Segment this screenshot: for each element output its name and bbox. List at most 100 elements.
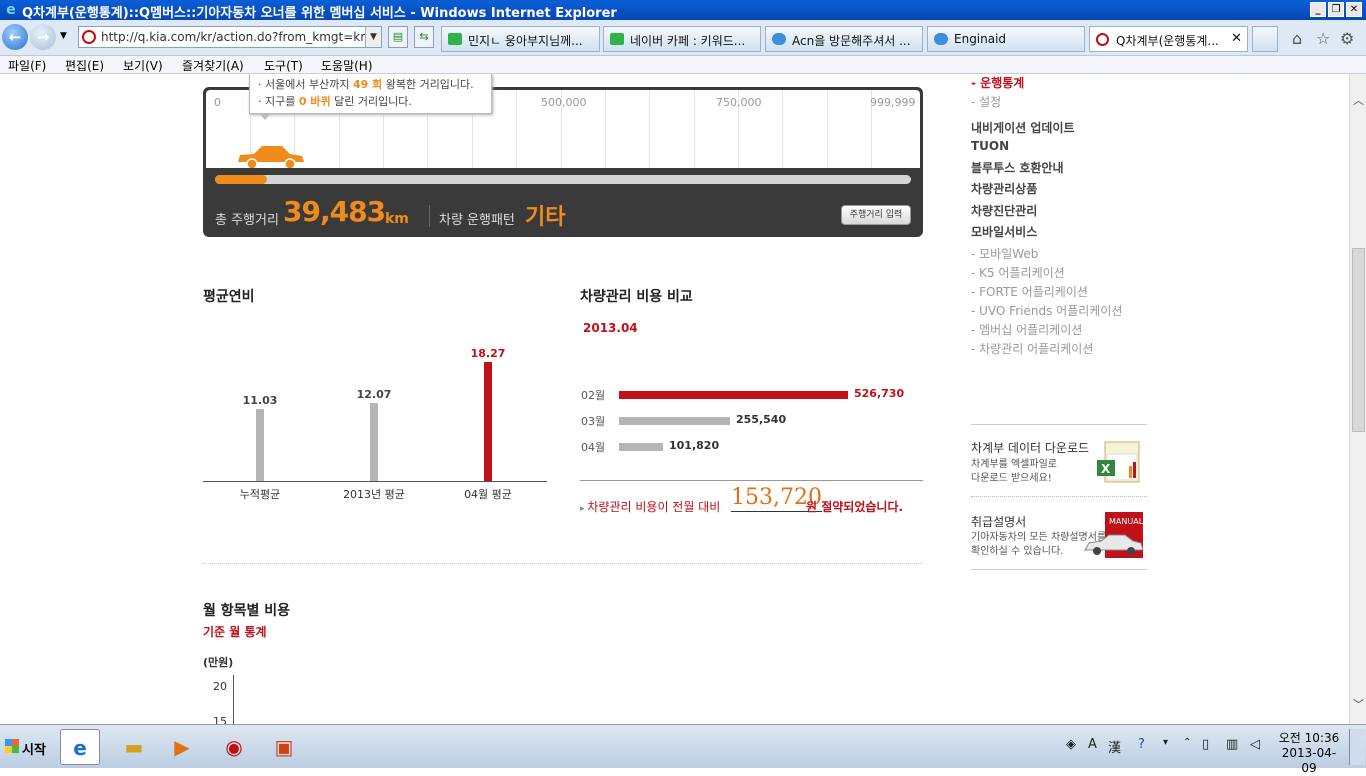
address-dropdown-icon[interactable]: ▼ xyxy=(365,27,381,47)
sidebar-item-membership-app[interactable]: - 멤버십 어플리케이션 xyxy=(971,321,1082,338)
compat-view-icon[interactable]: ▤ xyxy=(388,26,408,48)
ime-hanja-icon[interactable]: 漢 xyxy=(1108,737,1121,756)
fuel-bar-label: 2013년 평균 xyxy=(343,488,405,501)
manual-banner[interactable]: 취급설명서 기아자동차의 모든 차량설명서를 확인하실 수 있습니다. MANU… xyxy=(971,504,1147,568)
maximize-button[interactable]: ❐ xyxy=(1328,2,1344,17)
sidebar-item-uvo-app[interactable]: - UVO Friends 어플리케이션 xyxy=(971,302,1122,319)
scroll-down-icon[interactable]: ﹀ xyxy=(1353,696,1364,712)
favorites-star-icon[interactable]: ☆ xyxy=(1316,29,1330,48)
address-bar[interactable]: http://q.kia.com/kr/action.do?from_kmgt=… xyxy=(78,26,382,48)
sidebar-item-care-products[interactable]: 차량관리상품 xyxy=(971,180,1037,197)
sidebar-item-mobile[interactable]: 모바일서비스 xyxy=(971,223,1037,240)
menu-edit[interactable]: 편집(E) xyxy=(65,57,104,74)
sidebar-item-navigation-update[interactable]: 내비게이션 업데이트 xyxy=(971,119,1075,136)
download-desc-1: 차계부를 엑셀파일로 xyxy=(971,459,1057,470)
sidebar-item-diagnosis[interactable]: 차량진단관리 xyxy=(971,202,1037,219)
sidebar-item-k5-app[interactable]: - K5 어플리케이션 xyxy=(971,264,1065,281)
media-player-icon[interactable]: ▶ xyxy=(162,729,202,765)
gear-icon[interactable]: ⚙ xyxy=(1340,29,1354,48)
mileage-progress-fill xyxy=(215,175,267,184)
cost-bar-label: 03월 xyxy=(581,415,606,428)
show-hidden-icons[interactable]: ⌃ xyxy=(1183,737,1191,748)
ime-options-icon[interactable]: ▾ xyxy=(1163,737,1168,748)
browser-toolbar: ← → ▼ http://q.kia.com/kr/action.do?from… xyxy=(0,20,1366,56)
monthly-unit-label: (만원) xyxy=(203,656,234,669)
download-banner[interactable]: 차계부 데이터 다운로드 차계부를 엑셀파일로 다운로드 받으세요! X xyxy=(971,432,1147,494)
ie-page-icon xyxy=(934,33,948,45)
menu-favorites[interactable]: 즐겨찾기(A) xyxy=(182,57,244,74)
app-window-icon[interactable]: ▣ xyxy=(264,729,304,765)
fuel-bar-label: 04월 평균 xyxy=(464,488,512,501)
total-distance-value: 39,483 xyxy=(283,195,386,228)
windows-taskbar: 시작 e ▬ ▶ ◉ ▣ ◈ A 漢 ? ▾ ⌃ ▯ ▥ ◁ 오전 10:36 … xyxy=(0,724,1366,775)
menu-help[interactable]: 도움말(H) xyxy=(321,57,373,74)
history-dropdown-icon[interactable]: ▼ xyxy=(60,31,67,41)
kia-app-icon[interactable]: ◉ xyxy=(214,729,254,765)
tab-3[interactable]: Acn을 방문해주셔서 ... xyxy=(765,26,923,52)
kia-icon xyxy=(1096,33,1109,46)
scroll-up-icon[interactable]: ︿ xyxy=(1353,92,1364,108)
scrollbar-thumb[interactable] xyxy=(1352,248,1365,432)
minimize-button[interactable]: _ xyxy=(1310,2,1326,17)
sidebar-item-care-app[interactable]: - 차량관리 어플리케이션 xyxy=(971,340,1093,357)
cost-bar-value: 101,820 xyxy=(669,439,720,452)
page-scrollbar[interactable]: ︿ ﹀ xyxy=(1349,74,1366,724)
site-favicon xyxy=(82,30,96,44)
system-clock[interactable]: 오전 10:36 2013-04-09 xyxy=(1276,731,1342,776)
tray-device-icon[interactable]: ▯ xyxy=(1202,737,1209,752)
tab-label: Enginaid xyxy=(954,32,1007,46)
manual-desc-2: 확인하실 수 있습니다. xyxy=(971,546,1064,557)
show-desktop-button[interactable] xyxy=(1349,729,1365,765)
start-button[interactable]: 시작 xyxy=(2,731,52,763)
tab-label: Q차계부(운행통계... xyxy=(1116,34,1219,48)
sidebar-item-forte-app[interactable]: - FORTE 어플리케이션 xyxy=(971,283,1088,300)
section-divider xyxy=(203,563,923,564)
refresh-icon[interactable]: ⇆ xyxy=(414,26,434,48)
tab-1[interactable]: 민지ㄴ 웅아부지님께... xyxy=(441,26,600,52)
total-distance-unit: km xyxy=(385,211,409,227)
sidebar-item-driving-stats[interactable]: - 운행통계 xyxy=(971,74,1024,91)
monthly-y-tick: 20 xyxy=(213,680,227,693)
ime-a-icon[interactable]: A xyxy=(1088,737,1097,752)
driving-pattern-label: 차량 운행패턴 xyxy=(439,213,515,228)
tab-close-icon[interactable]: ✕ xyxy=(1231,31,1242,46)
address-url[interactable]: http://q.kia.com/kr/action.do?from_kmgt=… xyxy=(101,30,365,44)
help-icon[interactable]: ? xyxy=(1138,737,1145,752)
menu-view[interactable]: 보기(V) xyxy=(123,57,163,74)
menu-tools[interactable]: 도구(T) xyxy=(264,57,303,74)
cost-bar-value: 255,540 xyxy=(736,413,787,426)
close-button[interactable]: ✕ xyxy=(1346,2,1362,17)
monthly-cost-subtitle: 기준 월 통계 xyxy=(203,625,267,639)
cost-bar-label: 04월 xyxy=(581,441,606,454)
cost-bar-value: 526,730 xyxy=(854,387,905,400)
menu-file[interactable]: 파일(F) xyxy=(8,57,46,74)
manual-title: 취급설명서 xyxy=(971,515,1027,529)
tab-label: 네이버 카페 : 키워드... xyxy=(630,34,746,48)
savings-message: ▸ 차량관리 비용이 전월 대비 153,720 원 절약되었습니다. xyxy=(580,485,904,514)
forward-button[interactable]: → xyxy=(30,24,56,50)
sidebar-item-bluetooth[interactable]: 블루투스 호환안내 xyxy=(971,159,1064,176)
fuel-bar xyxy=(256,409,264,481)
start-label: 시작 xyxy=(22,743,46,758)
sidebar-item-settings[interactable]: - 설정 xyxy=(971,93,1001,110)
sidebar-item-tuon[interactable]: TUON xyxy=(971,139,1009,153)
volume-icon[interactable]: ◁ xyxy=(1250,737,1260,752)
tab-4[interactable]: Enginaid xyxy=(927,26,1085,52)
clock-date: 2013-04-09 xyxy=(1281,746,1337,775)
cost-comparison-title: 차량관리 비용 비교 xyxy=(580,289,693,305)
sidebar-item-mobile-web[interactable]: - 모바일Web xyxy=(971,245,1038,262)
new-tab-button[interactable] xyxy=(1252,26,1278,52)
fuel-bar-value: 11.03 xyxy=(242,394,278,407)
tab-2[interactable]: 네이버 카페 : 키워드... xyxy=(603,26,761,52)
mileage-input-button[interactable]: 주행거리 입력 xyxy=(841,205,911,225)
back-button[interactable]: ← xyxy=(2,24,28,50)
home-icon[interactable]: ⌂ xyxy=(1292,29,1302,48)
language-bar-icon[interactable]: ◈ xyxy=(1066,737,1076,752)
savings-suffix: 원 절약되었습니다. xyxy=(806,500,904,514)
ie-taskbar-icon[interactable]: e xyxy=(60,729,100,765)
ie-icon: e xyxy=(6,2,16,18)
explorer-folder-icon[interactable]: ▬ xyxy=(114,729,154,765)
network-icon[interactable]: ▥ xyxy=(1226,737,1238,752)
tab-5[interactable]: Q차계부(운행통계... ✕ xyxy=(1089,26,1248,52)
fuel-bar xyxy=(484,362,492,481)
